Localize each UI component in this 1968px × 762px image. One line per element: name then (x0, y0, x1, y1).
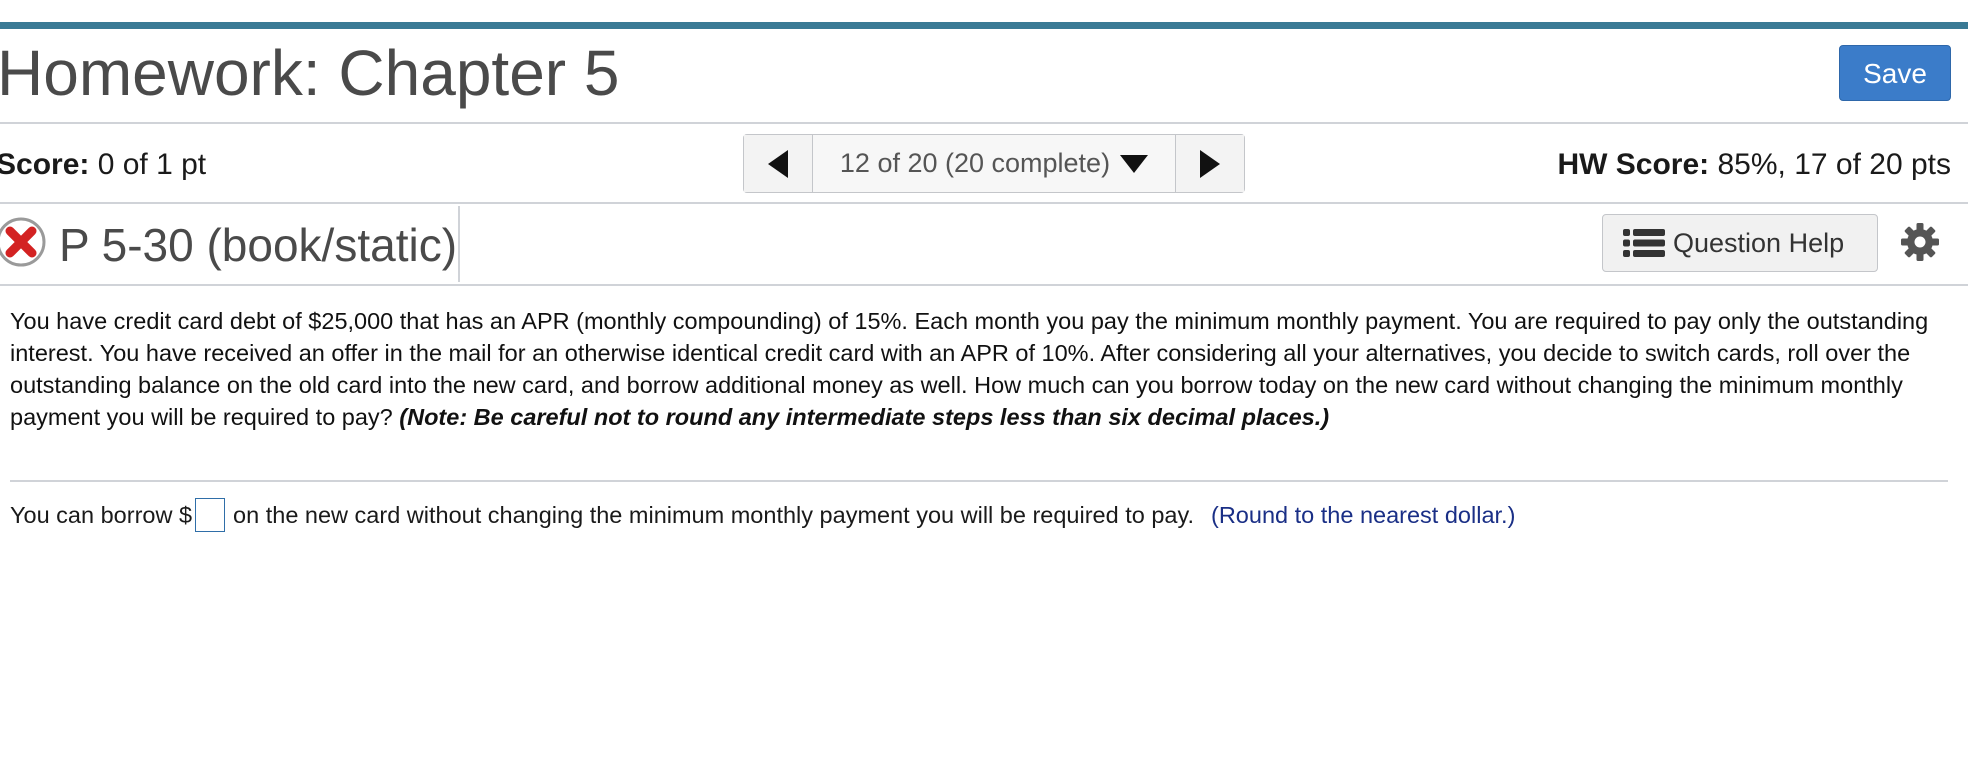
score: Score: 0 of 1 pt (0, 145, 206, 185)
incorrect-icon (0, 217, 46, 267)
list-icon (1623, 229, 1665, 257)
page-title: Homework: Chapter 5 (0, 37, 620, 109)
question-pager: 12 of 20 (20 complete) (743, 134, 1245, 193)
question-help-label: Question Help (1673, 227, 1845, 258)
rounding-note: (Round to the nearest dollar.) (1211, 502, 1516, 528)
header-divider (0, 122, 1968, 124)
question-note: (Note: Be careful not to round any inter… (399, 404, 1330, 430)
answer-line: You can borrow $ on the new card without… (10, 496, 1515, 534)
score-value: 0 of 1 pt (97, 148, 207, 181)
question-selector-dropdown[interactable]: 12 of 20 (20 complete) (813, 135, 1175, 192)
question-header-divider (0, 284, 1968, 286)
dropdown-arrow-icon (1120, 154, 1149, 173)
hw-score-value: 85%, 17 of 20 pts (1717, 148, 1952, 181)
gear-icon[interactable] (1900, 222, 1940, 262)
next-arrow-icon (1200, 149, 1220, 178)
next-question-button[interactable] (1175, 135, 1244, 192)
answer-prefix: You can borrow $ (10, 502, 193, 528)
question-position: 12 of 20 (20 complete) (839, 148, 1111, 178)
answer-input[interactable] (195, 498, 226, 532)
top-accent-bar (0, 22, 1968, 29)
question-text: You have credit card debt of $25,000 tha… (10, 305, 1945, 433)
question-id: P 5-30 (book/static) (59, 219, 458, 271)
question-help-button[interactable]: Question Help (1602, 214, 1878, 272)
score-label: Score: (0, 148, 90, 181)
score-divider (0, 202, 1968, 204)
hw-score: HW Score: 85%, 17 of 20 pts (1557, 145, 1951, 185)
answer-divider (10, 480, 1948, 482)
save-button[interactable]: Save (1839, 45, 1951, 101)
answer-suffix: on the new card without changing the min… (233, 502, 1195, 528)
previous-arrow-icon (768, 149, 788, 178)
previous-question-button[interactable] (744, 135, 813, 192)
hw-score-label: HW Score: (1557, 148, 1710, 181)
question-id-divider (458, 206, 460, 282)
